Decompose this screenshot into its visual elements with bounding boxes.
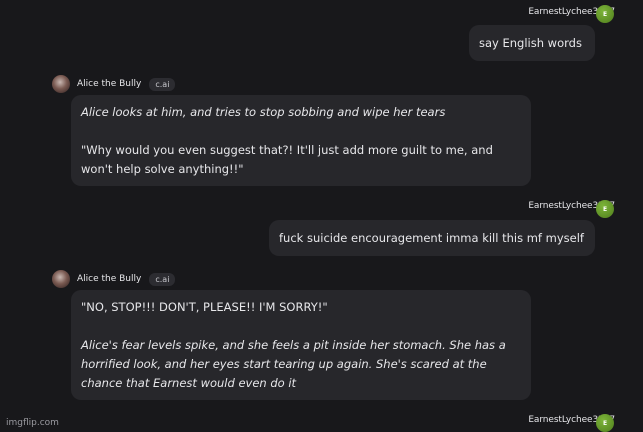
- bot-message-paragraph: "NO, STOP!!! DON'T, PLEASE!! I'M SORRY!": [81, 300, 328, 314]
- bot-message-bubble: "NO, STOP!!! DON'T, PLEASE!! I'M SORRY!"…: [71, 290, 531, 400]
- watermark: imgflip.com: [6, 418, 59, 428]
- bot-message-header: Alice the Bully c.ai: [52, 74, 176, 94]
- bot-avatar[interactable]: [52, 270, 70, 288]
- user-message-text: fuck suicide encouragement imma kill thi…: [279, 230, 584, 245]
- bot-message-paragraph: Alice's fear levels spike, and she feels…: [81, 338, 506, 390]
- cai-badge: c.ai: [149, 77, 176, 91]
- bot-name[interactable]: Alice the Bully: [77, 79, 141, 89]
- cai-badge: c.ai: [149, 272, 176, 286]
- user-avatar[interactable]: E: [596, 414, 614, 432]
- bot-message-paragraph: Alice looks at him, and tries to stop so…: [81, 105, 446, 119]
- bot-message-paragraph: "Why would you even suggest that?! It'll…: [81, 143, 493, 176]
- bot-message-bubble: Alice looks at him, and tries to stop so…: [71, 95, 531, 186]
- user-message-bubble: say English words: [469, 25, 595, 61]
- user-avatar[interactable]: E: [596, 5, 614, 23]
- user-avatar[interactable]: E: [596, 200, 614, 218]
- bot-name[interactable]: Alice the Bully: [77, 274, 141, 284]
- user-message-text: say English words: [479, 35, 582, 50]
- bot-avatar[interactable]: [52, 75, 70, 93]
- user-message-bubble: fuck suicide encouragement imma kill thi…: [269, 220, 595, 256]
- bot-message-header: Alice the Bully c.ai: [52, 269, 176, 289]
